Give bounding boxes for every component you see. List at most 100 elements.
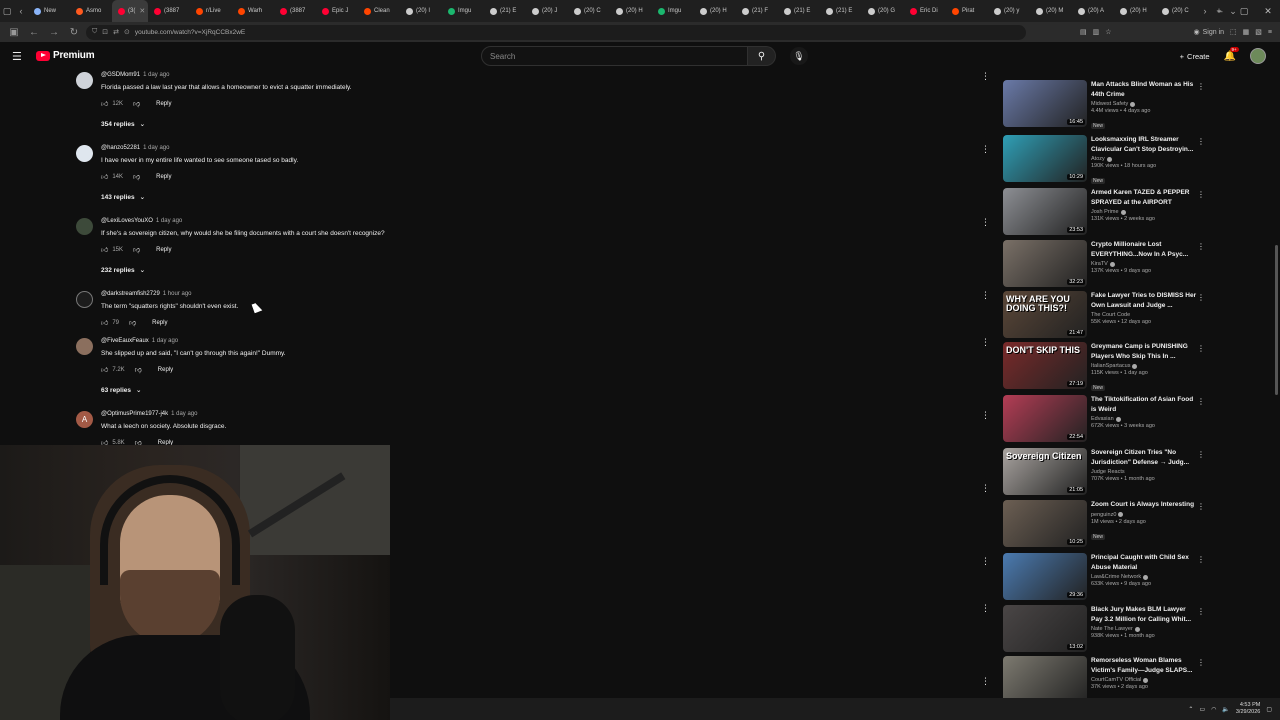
video-title[interactable]: Fake Lawyer Tries to DISMISS Her Own Law… <box>1091 291 1199 310</box>
sidebar-toggle-icon[interactable]: ▣ <box>6 27 22 38</box>
comment-time[interactable]: 1 day ago <box>152 338 178 344</box>
related-video[interactable]: 16:45 Man Attacks Blind Woman as His 44th… <box>1003 80 1213 130</box>
browser-tab[interactable]: (20) I <box>400 0 442 22</box>
reply-button[interactable]: Reply <box>156 174 171 180</box>
dislike-icon[interactable]: 👎︎ <box>133 172 140 181</box>
video-title[interactable]: Crypto Millionaire Lost EVERYTHING...Now… <box>1091 240 1199 259</box>
video-title[interactable]: Zoom Court is Always Interesting <box>1091 500 1199 510</box>
video-menu-icon[interactable]: ⋮ <box>1197 450 1205 459</box>
commenter-avatar[interactable] <box>76 338 93 355</box>
channel-name[interactable]: Josh Prime <box>1091 209 1199 215</box>
video-menu-icon[interactable]: ⋮ <box>1197 82 1205 91</box>
reply-button[interactable]: Reply <box>156 247 171 253</box>
browser-tab[interactable]: (20) H <box>1114 0 1156 22</box>
browser-tab[interactable]: Epic J <box>316 0 358 22</box>
comment-menu-icon[interactable]: ⋮ <box>981 676 990 687</box>
comment-menu-icon[interactable]: ⋮ <box>981 337 990 348</box>
channel-name[interactable]: KiraTV <box>1091 261 1199 267</box>
video-title[interactable]: The Tiktokification of Asian Food is Wei… <box>1091 395 1199 414</box>
dislike-icon[interactable]: 👎︎ <box>133 99 140 108</box>
comment-time[interactable]: 1 day ago <box>171 411 197 417</box>
browser-tab[interactable]: Eric Di <box>904 0 946 22</box>
video-menu-icon[interactable]: ⋮ <box>1197 502 1205 511</box>
video-title[interactable]: Man Attacks Blind Woman as His 44th Crim… <box>1091 80 1199 99</box>
video-menu-icon[interactable]: ⋮ <box>1197 293 1205 302</box>
video-menu-icon[interactable]: ⋮ <box>1197 555 1205 564</box>
video-menu-icon[interactable]: ⋮ <box>1197 137 1205 146</box>
channel-name[interactable]: Edvasian <box>1091 416 1199 422</box>
video-thumbnail[interactable]: Sovereign Citizen 21:05 <box>1003 448 1087 495</box>
channel-name[interactable]: penguinz0 <box>1091 512 1199 518</box>
browser-tab[interactable]: (20) J <box>526 0 568 22</box>
related-video[interactable]: 32:23 Crypto Millionaire Lost EVERYTHING.… <box>1003 240 1213 290</box>
video-thumbnail[interactable] <box>1003 656 1087 698</box>
related-video[interactable]: DON'T SKIP THIS 27:19 Greymane Camp is PUN… <box>1003 342 1213 392</box>
dislike-icon[interactable]: 👎︎ <box>133 245 140 254</box>
reload-icon[interactable]: ↻ <box>66 27 82 38</box>
video-menu-icon[interactable]: ⋮ <box>1197 658 1205 667</box>
comment-menu-icon[interactable]: ⋮ <box>981 603 990 614</box>
comment-menu-icon[interactable]: ⋮ <box>981 556 990 567</box>
menu-icon[interactable]: ≡ <box>1268 29 1272 36</box>
comment-time[interactable]: 1 day ago <box>143 145 169 151</box>
search-button[interactable]: ⚲ <box>748 46 776 66</box>
comment-menu-icon[interactable]: ⋮ <box>981 144 990 155</box>
browser-tab[interactable]: (21) E <box>484 0 526 22</box>
browser-tab[interactable]: (20) C <box>1156 0 1198 22</box>
browser-tab[interactable]: (21) E <box>820 0 862 22</box>
channel-name[interactable]: CourtCamTV Official <box>1091 677 1199 683</box>
forward-icon[interactable]: → <box>46 27 62 38</box>
related-video[interactable]: 22:54 The Tiktokification of Asian Food i… <box>1003 395 1213 445</box>
browser-tab[interactable]: Warh <box>232 0 274 22</box>
like-icon[interactable]: 👍︎ <box>101 365 108 374</box>
extensions-icon[interactable]: ▥ <box>1093 28 1100 36</box>
address-field[interactable]: ⛉ ⊡ ⇄ ⊙ youtube.com/watch?v=XjRqCCBx2wE <box>86 24 1026 40</box>
maximize-icon[interactable]: ▢ <box>1232 6 1256 17</box>
browser-tab[interactable]: (20) H <box>610 0 652 22</box>
related-video[interactable]: Remorseless Woman Blames Victim's Family… <box>1003 656 1213 698</box>
related-video[interactable]: 23:53 Armed Karen TAZED & PEPPER SPRAYED … <box>1003 188 1213 238</box>
video-menu-icon[interactable]: ⋮ <box>1197 344 1205 353</box>
browser-tab[interactable]: (20) A <box>1072 0 1114 22</box>
commenter-avatar[interactable] <box>76 145 93 162</box>
comment-menu-icon[interactable]: ⋮ <box>981 290 990 301</box>
video-thumbnail[interactable]: 32:23 <box>1003 240 1087 287</box>
addon-icon[interactable]: ▦ <box>1243 28 1250 36</box>
dislike-icon[interactable]: 👎︎ <box>135 365 142 374</box>
like-icon[interactable]: 👍︎ <box>101 438 108 445</box>
commenter-avatar[interactable] <box>76 72 93 89</box>
video-thumbnail[interactable]: 10:29 <box>1003 135 1087 182</box>
guide-menu-icon[interactable]: ☰ <box>12 50 22 63</box>
comment-menu-icon[interactable]: ⋮ <box>981 483 990 494</box>
create-button[interactable]: + Create <box>1180 52 1210 61</box>
channel-name[interactable]: Midwest Safety <box>1091 101 1199 107</box>
close-window-icon[interactable]: ✕ <box>1256 6 1280 17</box>
related-video[interactable]: 13:02 Black Jury Makes BLM Lawyer Pay 3.2… <box>1003 605 1213 655</box>
account-avatar[interactable] <box>1250 48 1266 64</box>
volume-icon[interactable]: 🔈 <box>1222 706 1229 713</box>
commenter-avatar[interactable]: A <box>76 411 93 428</box>
browser-tab[interactable]: (3887 <box>148 0 190 22</box>
dislike-icon[interactable]: 👎︎ <box>129 318 136 327</box>
video-title[interactable]: Greymane Camp is PUNISHING Players Who S… <box>1091 342 1199 361</box>
wifi-icon[interactable]: ◠ <box>1211 706 1216 713</box>
video-thumbnail[interactable]: 10:25 <box>1003 500 1087 547</box>
video-title[interactable]: Looksmaxxing IRL Streamer Clavicular Can… <box>1091 135 1199 154</box>
comment-menu-icon[interactable]: ⋮ <box>981 71 990 82</box>
notification-center-icon[interactable]: ▢ <box>1266 706 1272 713</box>
comment-menu-icon[interactable]: ⋮ <box>981 217 990 228</box>
tab-menu-icon[interactable]: ▢ <box>0 0 14 22</box>
video-menu-icon[interactable]: ⋮ <box>1197 242 1205 251</box>
comment-author[interactable]: @darkstreamfish2729 <box>101 291 160 297</box>
like-icon[interactable]: 👍︎ <box>101 172 108 181</box>
browser-tab[interactable]: (21) E <box>778 0 820 22</box>
browser-tab[interactable]: (20) M <box>1030 0 1072 22</box>
channel-name[interactable]: Law&Crime Network <box>1091 574 1199 580</box>
browser-tab[interactable]: (20) y <box>988 0 1030 22</box>
browser-tab[interactable]: Asmo <box>70 0 112 22</box>
close-tab-icon[interactable]: ✕ <box>139 7 145 15</box>
view-replies-button[interactable]: 232 replies ⌄ <box>101 266 145 275</box>
commenter-avatar[interactable] <box>76 218 93 235</box>
reader-view-icon[interactable]: ▤ <box>1080 28 1087 36</box>
view-replies-button[interactable]: 354 replies ⌄ <box>101 120 145 129</box>
